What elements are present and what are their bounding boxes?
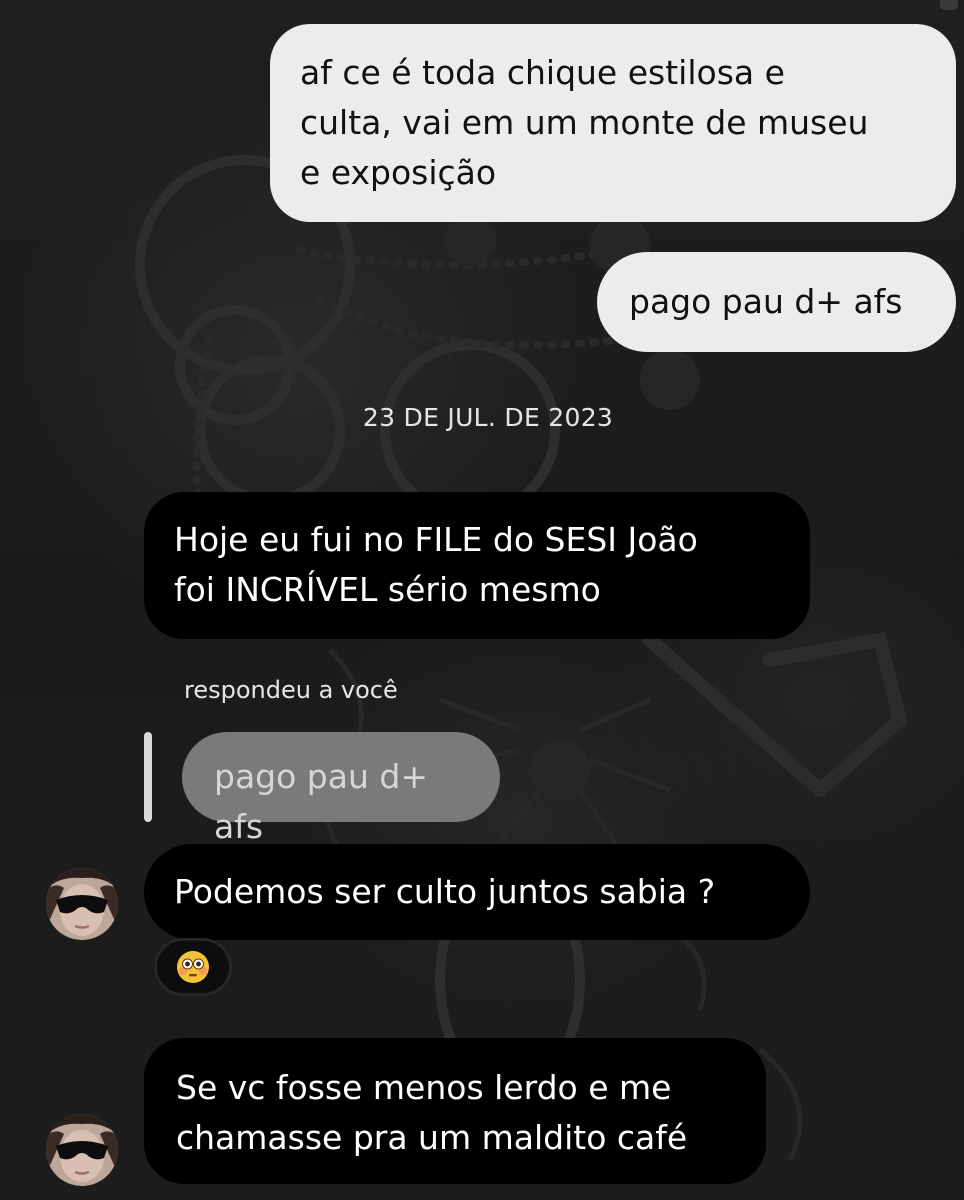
message-text-line: Hoje eu fui no FILE do SESI João [174, 520, 698, 559]
avatar-sunglasses-person-icon [46, 1114, 118, 1186]
received-message-bubble[interactable]: Se vc fosse menos lerdo e me chamasse pr… [144, 1038, 766, 1184]
date-separator: 23 DE JUL. DE 2023 [362, 403, 614, 432]
reply-indicator-bar [144, 732, 152, 822]
sent-message-bubble[interactable]: af ce é toda chique estilosa e culta, va… [270, 24, 956, 222]
quoted-message-text: pago pau d+ afs [214, 757, 428, 846]
flushed-face-emoji-icon [177, 951, 209, 983]
message-text-line: chamasse pra um maldito café [176, 1118, 688, 1157]
message-text-line: e exposição [300, 153, 497, 192]
message-text: Podemos ser culto juntos sabia ? [174, 872, 716, 911]
message-text-line: culta, vai em um monte de museu [300, 103, 869, 142]
received-message-bubble[interactable]: Podemos ser culto juntos sabia ? [144, 844, 810, 940]
reply-context-label: respondeu a você [184, 676, 398, 704]
message-text-line: Se vc fosse menos lerdo e me [176, 1068, 672, 1107]
cropped-corner-element [940, 0, 958, 10]
message-reaction[interactable] [154, 938, 232, 996]
avatar[interactable] [46, 868, 118, 940]
message-text-line: af ce é toda chique estilosa e [300, 53, 785, 92]
message-text-line: foi INCRÍVEL sério mesmo [174, 570, 601, 609]
quoted-message-bubble[interactable]: pago pau d+ afs [182, 732, 500, 846]
cropped-previous-content [700, 0, 940, 6]
avatar-sunglasses-person-icon [46, 868, 118, 940]
message-text: pago pau d+ afs [629, 282, 903, 321]
sent-message-bubble[interactable]: pago pau d+ afs [597, 252, 956, 352]
avatar[interactable] [46, 1114, 118, 1186]
received-message-bubble[interactable]: Hoje eu fui no FILE do SESI João foi INC… [144, 492, 810, 639]
